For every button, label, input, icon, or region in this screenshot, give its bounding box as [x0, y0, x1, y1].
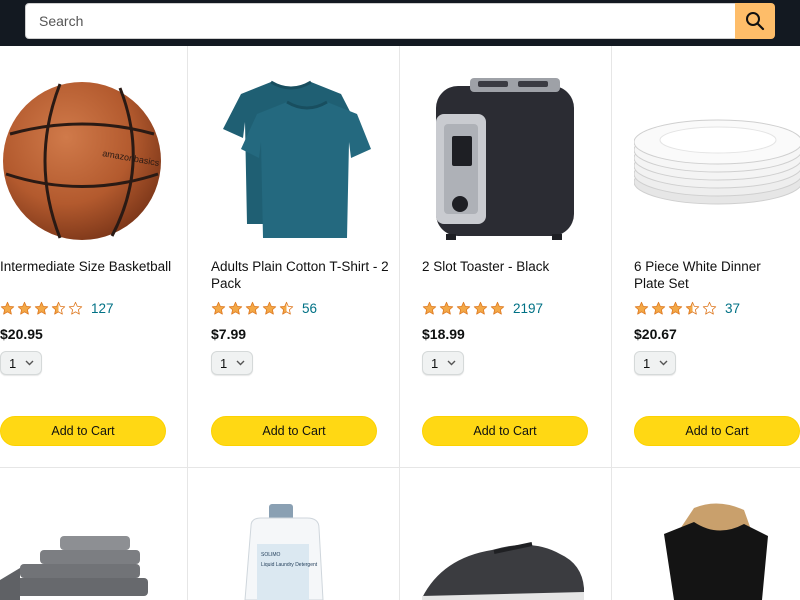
plates-image	[633, 119, 800, 205]
quantity-value: 1	[9, 355, 17, 371]
product-card	[634, 468, 800, 600]
product-title[interactable]: Intermediate Size Basketball	[0, 258, 187, 275]
towels-image[interactable]	[0, 468, 187, 600]
add-to-cart-button[interactable]: Add to Cart	[634, 416, 800, 446]
product-card: 2 Slot Toaster - Black 2197 $18.99 1 Add…	[422, 46, 611, 467]
star-icon	[668, 301, 683, 315]
rating-count[interactable]: 56	[302, 301, 317, 316]
toaster-image	[436, 78, 574, 240]
star-icon	[228, 301, 243, 315]
basketball-image: amazonbasics	[3, 82, 161, 240]
product-price: $18.99	[422, 326, 465, 342]
star-rating	[634, 301, 719, 316]
star-icon	[685, 301, 700, 315]
product-card	[422, 468, 611, 600]
star-icon	[34, 301, 49, 315]
add-to-cart-button[interactable]: Add to Cart	[0, 416, 166, 446]
product-title[interactable]: Adults Plain Cotton T-Shirt - 2 Pack	[211, 258, 399, 292]
chevron-down-icon	[236, 360, 245, 366]
star-icon	[0, 301, 15, 315]
star-icon	[473, 301, 488, 315]
product-card: amazonbasics Intermediate Size Basketbal…	[0, 46, 187, 467]
detergent-brand-label: SOLIMO	[261, 552, 281, 558]
quantity-value: 1	[643, 355, 651, 371]
star-icon	[68, 301, 83, 315]
detergent-image[interactable]: SOLIMO Liquid Laundry Detergent	[211, 468, 399, 600]
star-icon	[490, 301, 505, 315]
tshirt-image	[223, 80, 371, 238]
product-title[interactable]: 6 Piece White Dinner Plate Set	[634, 258, 800, 292]
star-icon	[456, 301, 471, 315]
chevron-down-icon	[25, 360, 34, 366]
star-icon	[245, 301, 260, 315]
product-card: 6 Piece White Dinner Plate Set 37 $20.67…	[633, 46, 800, 467]
product-rating[interactable]: 37	[634, 298, 740, 318]
search-input[interactable]	[26, 4, 736, 38]
chevron-down-icon	[659, 360, 668, 366]
quantity-value: 1	[431, 355, 439, 371]
product-grid: amazonbasics Intermediate Size Basketbal…	[0, 46, 800, 600]
grid-divider	[187, 46, 188, 600]
star-rating	[0, 301, 85, 316]
detergent-product-label: Liquid Laundry Detergent	[261, 562, 318, 568]
quantity-select[interactable]: 1	[634, 351, 676, 375]
product-rating[interactable]: 2197	[422, 298, 543, 318]
quantity-select[interactable]: 1	[0, 351, 42, 375]
product-rating[interactable]: 56	[211, 298, 317, 318]
product-title[interactable]: 2 Slot Toaster - Black	[422, 258, 611, 275]
product-card	[0, 468, 187, 600]
sneaker-image[interactable]	[422, 468, 611, 600]
star-icon	[651, 301, 666, 315]
product-image[interactable]	[422, 74, 611, 246]
product-image[interactable]: amazonbasics	[0, 74, 187, 246]
quantity-select[interactable]: 1	[422, 351, 464, 375]
star-rating	[422, 301, 507, 316]
add-to-cart-button[interactable]: Add to Cart	[422, 416, 588, 446]
star-icon	[17, 301, 32, 315]
quantity-select[interactable]: 1	[211, 351, 253, 375]
rating-count[interactable]: 2197	[513, 301, 543, 316]
grid-divider	[611, 46, 612, 600]
star-rating	[211, 301, 296, 316]
product-image[interactable]	[633, 74, 800, 246]
product-card: SOLIMO Liquid Laundry Detergent	[211, 468, 399, 600]
star-icon	[702, 301, 717, 315]
grid-divider	[399, 46, 400, 600]
search-box[interactable]	[25, 3, 737, 39]
star-icon	[51, 301, 66, 315]
black-top-image[interactable]	[634, 468, 800, 600]
quantity-value: 1	[220, 355, 228, 371]
search-button[interactable]	[735, 3, 775, 39]
star-icon	[262, 301, 277, 315]
product-rating[interactable]: 127	[0, 298, 114, 318]
star-icon	[439, 301, 454, 315]
add-to-cart-button[interactable]: Add to Cart	[211, 416, 377, 446]
search-icon	[746, 12, 765, 31]
star-icon	[211, 301, 226, 315]
top-header	[0, 0, 800, 46]
product-price: $20.95	[0, 326, 43, 342]
rating-count[interactable]: 37	[725, 301, 740, 316]
rating-count[interactable]: 127	[91, 301, 114, 316]
product-card: Adults Plain Cotton T-Shirt - 2 Pack 56 …	[211, 46, 399, 467]
product-image[interactable]	[211, 74, 399, 246]
product-price: $7.99	[211, 326, 247, 342]
star-icon	[422, 301, 437, 315]
chevron-down-icon	[447, 360, 456, 366]
star-icon	[279, 301, 294, 315]
star-icon	[634, 301, 649, 315]
product-price: $20.67	[634, 326, 677, 342]
